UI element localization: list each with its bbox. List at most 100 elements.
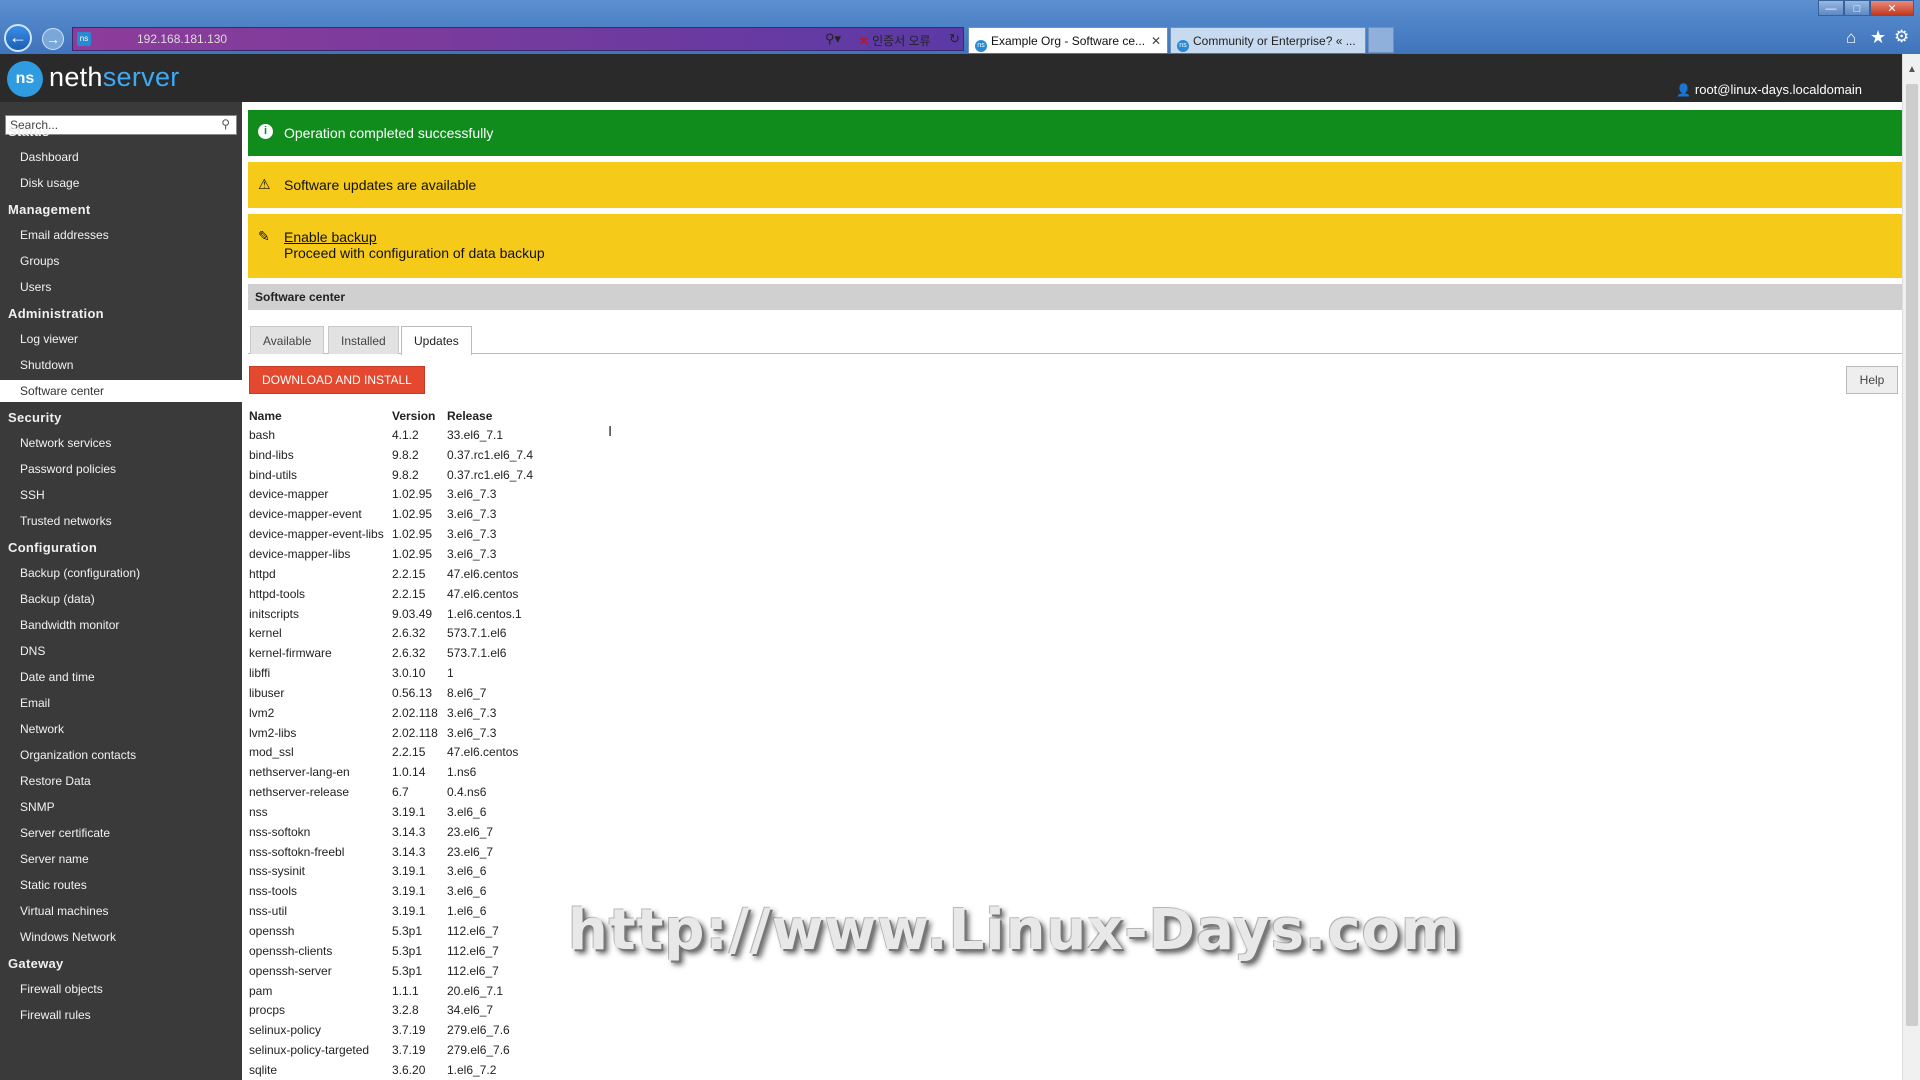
sidebar-section-gateway: Gateway [8, 956, 64, 971]
tab-installed[interactable]: Installed [328, 326, 399, 354]
sidebar-item-email-addresses[interactable]: Email addresses [0, 224, 242, 246]
sidebar-item-date-and-time[interactable]: Date and time [0, 666, 242, 688]
close-tab-icon[interactable]: ✕ [1151, 28, 1161, 54]
sidebar-item-email[interactable]: Email [0, 692, 242, 714]
table-row: openssh 5.3p1 112.el6_7 [249, 921, 540, 941]
package-name: mod_ssl [249, 745, 294, 760]
sidebar-item-organization-contacts[interactable]: Organization contacts [0, 744, 242, 766]
address-url[interactable]: 192.168.181.130 [137, 32, 227, 46]
sidebar-item-restore-data[interactable]: Restore Data [0, 770, 242, 792]
home-icon[interactable]: ⌂ [1846, 28, 1856, 48]
enable-backup-link[interactable]: Enable backup [284, 229, 377, 245]
package-name: selinux-policy [249, 1023, 322, 1038]
package-release: 34.el6_7 [447, 1003, 494, 1018]
column-header-name[interactable]: Name [249, 406, 392, 425]
column-header-version[interactable]: Version [392, 406, 447, 425]
new-tab-button[interactable] [1368, 27, 1394, 53]
table-row: initscripts 9.03.49 1.el6.centos.1 [249, 604, 540, 624]
sidebar-item-server-name[interactable]: Server name [0, 848, 242, 870]
search-icon[interactable]: ⚲ [221, 117, 230, 131]
package-version: 3.14.3 [392, 824, 426, 839]
package-version: 5.3p1 [392, 924, 423, 939]
package-version: 9.03.49 [392, 606, 433, 621]
certificate-error[interactable]: ✕ 인증서 오류 [859, 32, 931, 49]
star-icon[interactable]: ★ [1870, 27, 1886, 48]
user-name: root@linux-days.localdomain [1694, 82, 1862, 97]
page-scrollbar[interactable]: ▲ [1902, 54, 1920, 1080]
tab-label: Example Org - Software ce... [991, 34, 1146, 48]
package-name: bind-libs [249, 447, 294, 462]
table-row: httpd 2.2.15 47.el6.centos [249, 564, 540, 584]
sidebar-item-groups[interactable]: Groups [0, 250, 242, 272]
table-header-row: Name Version Release [249, 406, 540, 425]
package-version: 2.2.15 [392, 586, 426, 601]
table-row: selinux-policy-targeted 3.7.19 279.el6_7.6 [249, 1040, 540, 1060]
sidebar-item-server-certificate[interactable]: Server certificate [0, 822, 242, 844]
package-version: 3.19.1 [392, 904, 426, 919]
sidebar-item-network-services[interactable]: Network services [0, 432, 242, 454]
package-release: 112.el6_7 [447, 943, 499, 958]
package-release: 47.el6.centos [447, 566, 519, 581]
minimize-icon[interactable]: — [1818, 0, 1844, 16]
sidebar-item-backup-data[interactable]: Backup (data) [0, 588, 242, 610]
package-release: 1.el6.centos.1 [447, 606, 522, 621]
sidebar-item-shutdown[interactable]: Shutdown [0, 354, 242, 376]
sidebar-item-bandwidth-monitor[interactable]: Bandwidth monitor [0, 614, 242, 636]
package-release: 112.el6_7 [447, 963, 499, 978]
logo-prefix: neth [49, 62, 103, 92]
browser-tab[interactable]: ns Community or Enterprise? « ... [1170, 27, 1366, 53]
package-version: 3.14.3 [392, 844, 426, 859]
sidebar-item-firewall-objects[interactable]: Firewall objects [0, 978, 242, 1000]
column-header-release[interactable]: Release [447, 406, 540, 425]
maximize-icon[interactable]: □ [1844, 0, 1870, 16]
sidebar-item-trusted-networks[interactable]: Trusted networks [0, 510, 242, 532]
sidebar-item-backup-configuration[interactable]: Backup (configuration) [0, 562, 242, 584]
forward-icon[interactable]: → [42, 28, 64, 50]
sidebar-item-network[interactable]: Network [0, 718, 242, 740]
package-name: sqlite [249, 1062, 278, 1077]
address-bar[interactable]: ns 192.168.181.130 ⚲▾ ✕ 인증서 오류 ↻ [72, 27, 964, 51]
sidebar-item-firewall-rules[interactable]: Firewall rules [0, 1004, 242, 1026]
gear-icon[interactable]: ⚙ [1894, 27, 1909, 47]
sidebar-item-dns[interactable]: DNS [0, 640, 242, 662]
scroll-up-icon[interactable]: ▲ [1903, 64, 1920, 78]
close-window-icon[interactable]: ✕ [1870, 0, 1914, 16]
package-name: device-mapper [249, 487, 329, 502]
package-version: 6.7 [392, 785, 409, 800]
cert-error-icon: ✕ [859, 34, 870, 48]
sidebar-item-software-center[interactable]: Software center [0, 380, 242, 402]
back-icon[interactable]: ← [4, 24, 32, 52]
sidebar-item-virtual-machines[interactable]: Virtual machines [0, 900, 242, 922]
package-release: 1 [447, 666, 454, 681]
sidebar-item-disk-usage[interactable]: Disk usage [0, 172, 242, 194]
tab-available[interactable]: Available [250, 326, 325, 354]
package-version: 3.2.8 [392, 1003, 419, 1018]
package-name: pam [249, 983, 273, 998]
sidebar-item-snmp[interactable]: SNMP [0, 796, 242, 818]
user-icon: 👤 [1675, 83, 1691, 97]
refresh-icon[interactable]: ↻ [949, 31, 960, 47]
download-install-button[interactable]: DOWNLOAD AND INSTALL [249, 366, 425, 394]
info-icon: i [258, 124, 273, 139]
sidebar-section-management: Management [8, 202, 91, 217]
sidebar-item-users[interactable]: Users [0, 276, 242, 298]
table-row: httpd-tools 2.2.15 47.el6.centos [249, 584, 540, 604]
package-version: 2.6.32 [392, 626, 426, 641]
sidebar-item-windows-network[interactable]: Windows Network [0, 926, 242, 948]
package-name: nethserver-release [249, 785, 350, 800]
search-icon[interactable]: ⚲▾ [825, 31, 841, 47]
tab-favicon-icon: ns [1177, 40, 1189, 52]
help-button[interactable]: Help [1846, 366, 1898, 394]
sidebar-item-static-routes[interactable]: Static routes [0, 874, 242, 896]
package-release: 573.7.1.el6 [447, 626, 507, 641]
sidebar-item-ssh[interactable]: SSH [0, 484, 242, 506]
package-name: lvm2 [249, 705, 275, 720]
user-menu[interactable]: 👤 root@linux-days.localdomain [1676, 82, 1862, 97]
sidebar-item-log-viewer[interactable]: Log viewer [0, 328, 242, 350]
tab-updates[interactable]: Updates [401, 326, 472, 355]
sidebar-item-dashboard[interactable]: Dashboard [0, 146, 242, 168]
sidebar-item-password-policies[interactable]: Password policies [0, 458, 242, 480]
scroll-thumb[interactable] [1906, 84, 1918, 1026]
browser-tab-active[interactable]: ns Example Org - Software ce... ✕ [968, 27, 1168, 53]
package-release: 3.el6_6 [447, 804, 487, 819]
